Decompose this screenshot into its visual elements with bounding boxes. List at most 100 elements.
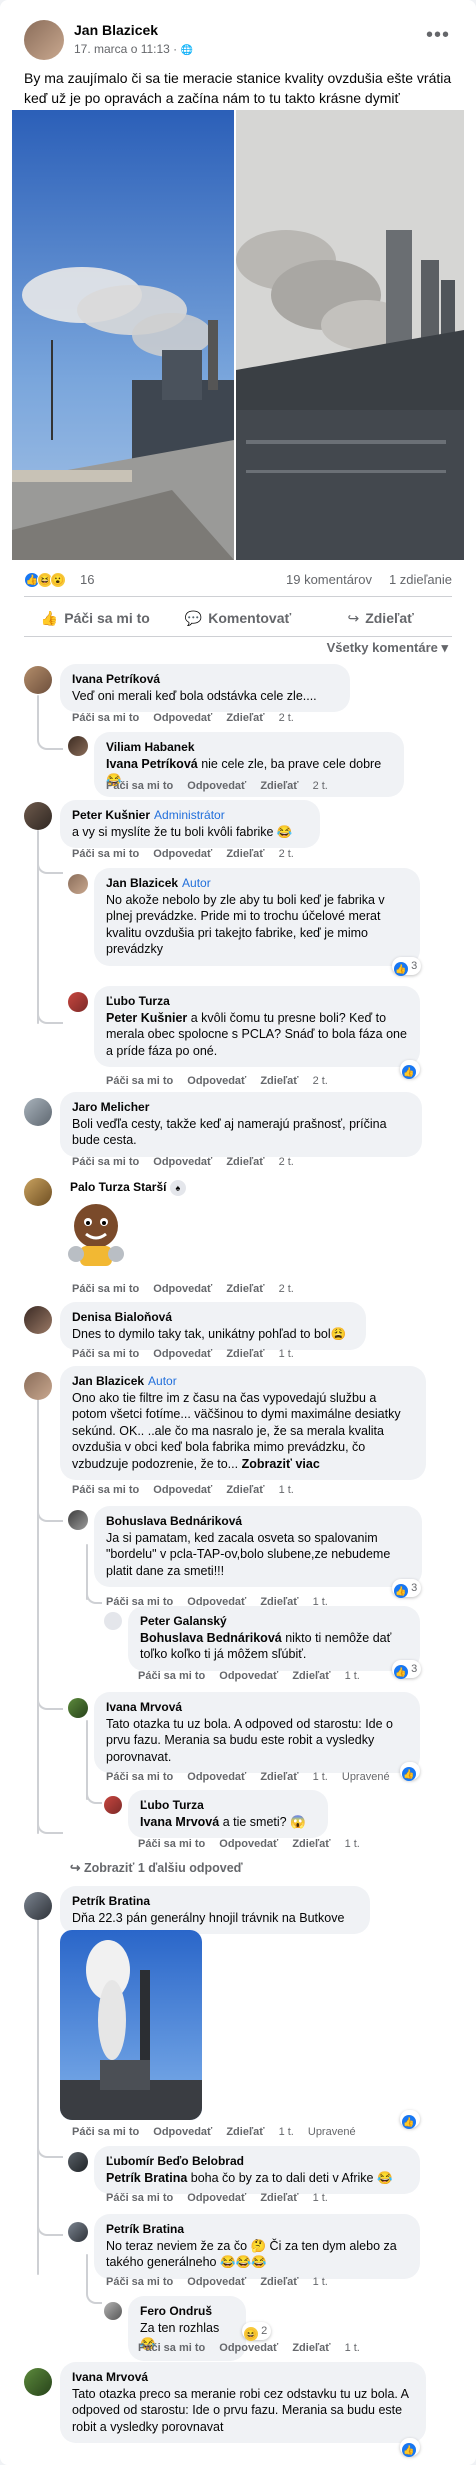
- comment-time[interactable]: 2 t.: [279, 848, 294, 860]
- see-more-link[interactable]: Zobraziť viac: [242, 1457, 320, 1471]
- mention-tag[interactable]: Peter Kušnier: [106, 1011, 187, 1025]
- avatar[interactable]: [24, 2368, 52, 2396]
- reaction-count[interactable]: 16: [80, 572, 94, 587]
- avatar[interactable]: [68, 1510, 88, 1530]
- share-link[interactable]: Zdieľať: [292, 1670, 330, 1682]
- share-link[interactable]: Zdieľať: [292, 1838, 330, 1850]
- comment-reactions[interactable]: 👍: [400, 2110, 420, 2129]
- mention-tag[interactable]: Bohuslava Bednáriková: [140, 1631, 282, 1645]
- reply-link[interactable]: Odpovedať: [219, 1838, 278, 1850]
- share-link[interactable]: Zdieľať: [226, 1348, 264, 1360]
- avatar[interactable]: [24, 1098, 52, 1126]
- post-author[interactable]: Jan Blazicek: [74, 22, 158, 38]
- avatar[interactable]: [104, 1796, 122, 1814]
- comment-time[interactable]: 2 t.: [279, 712, 294, 724]
- comment-time[interactable]: 1 t.: [279, 1348, 294, 1360]
- avatar[interactable]: [68, 736, 88, 756]
- shares-count[interactable]: 1 zdieľanie: [389, 572, 452, 587]
- edited-label[interactable]: Upravené: [308, 2126, 356, 2138]
- post-photo-1[interactable]: [12, 110, 234, 560]
- like-link[interactable]: Páči sa mi to: [72, 1484, 139, 1496]
- like-link[interactable]: Páči sa mi to: [138, 1670, 205, 1682]
- comment-time[interactable]: 1 t.: [313, 1771, 328, 1783]
- avatar[interactable]: [104, 2302, 122, 2320]
- comment-author[interactable]: Jan Blazicek Autor: [106, 875, 408, 892]
- comment-time[interactable]: 1 t.: [313, 2192, 328, 2204]
- comment-author[interactable]: Peter Galanský: [140, 1613, 408, 1630]
- comment-author[interactable]: Viliam Habanek: [106, 739, 392, 756]
- comment-author[interactable]: Ľubo Turza: [106, 993, 408, 1010]
- share-link[interactable]: Zdieľať: [226, 1283, 264, 1295]
- share-link[interactable]: Zdieľať: [292, 2342, 330, 2354]
- comment-reactions[interactable]: 👍: [400, 2438, 420, 2457]
- reply-link[interactable]: Odpovedať: [187, 780, 246, 792]
- share-link[interactable]: Zdieľať: [260, 780, 298, 792]
- like-link[interactable]: Páči sa mi to: [138, 1838, 205, 1850]
- reply-link[interactable]: Odpovedať: [187, 2192, 246, 2204]
- reply-link[interactable]: Odpovedať: [153, 712, 212, 724]
- avatar[interactable]: [24, 1892, 52, 1920]
- reply-link[interactable]: Odpovedať: [187, 1771, 246, 1783]
- author-name[interactable]: Jan Blazicek: [106, 876, 178, 890]
- avatar[interactable]: [24, 1372, 52, 1400]
- comment-author[interactable]: Jaro Melicher: [72, 1099, 410, 1116]
- mention-tag[interactable]: Ivana Mrvová: [140, 1815, 219, 1829]
- avatar[interactable]: [24, 666, 52, 694]
- comment-author[interactable]: Ivana Petríková: [72, 671, 338, 688]
- avatar[interactable]: [68, 2222, 88, 2242]
- comment-reactions[interactable]: 👍: [400, 1060, 420, 1079]
- post-photo-2[interactable]: [236, 110, 464, 560]
- like-link[interactable]: Páči sa mi to: [72, 712, 139, 724]
- comment-author[interactable]: Palo Turza Starší ♠: [70, 1180, 186, 1196]
- comment-reactions[interactable]: 😆 2: [242, 2322, 272, 2341]
- share-link[interactable]: Zdieľať: [226, 1156, 264, 1168]
- reply-link[interactable]: Odpovedať: [153, 1283, 212, 1295]
- comment-time[interactable]: 2 t.: [313, 780, 328, 792]
- reply-link[interactable]: Odpovedať: [219, 2342, 278, 2354]
- like-link[interactable]: Páči sa mi to: [72, 1348, 139, 1360]
- reply-link[interactable]: Odpovedať: [153, 1484, 212, 1496]
- reply-link[interactable]: Odpovedať: [153, 848, 212, 860]
- sticker-image[interactable]: [58, 1196, 134, 1272]
- view-more-replies-link[interactable]: ↪ Zobraziť 1 ďalšiu odpoveď: [70, 1860, 243, 1875]
- share-link[interactable]: Zdieľať: [226, 848, 264, 860]
- author-avatar[interactable]: [24, 20, 64, 60]
- comment-author[interactable]: Jan Blazicek Autor: [72, 1373, 414, 1390]
- author-name[interactable]: Palo Turza Starší: [70, 1180, 166, 1194]
- avatar[interactable]: [24, 1178, 52, 1206]
- comment-reactions[interactable]: 👍 3: [392, 1660, 422, 1679]
- reply-link[interactable]: Odpovedať: [187, 2276, 246, 2288]
- like-link[interactable]: Páči sa mi to: [72, 1283, 139, 1295]
- edited-label[interactable]: Upravené: [342, 1771, 390, 1783]
- reply-link[interactable]: Odpovedať: [153, 1156, 212, 1168]
- share-link[interactable]: Zdieľať: [226, 2126, 264, 2138]
- like-link[interactable]: Páči sa mi to: [106, 780, 173, 792]
- reply-link[interactable]: Odpovedať: [153, 2126, 212, 2138]
- comment-time[interactable]: 1 t.: [345, 1838, 360, 1850]
- like-link[interactable]: Páči sa mi to: [138, 2342, 205, 2354]
- comment-button[interactable]: 💬 Komentovať: [167, 602, 310, 634]
- comment-time[interactable]: 1 t.: [345, 2342, 360, 2354]
- avatar[interactable]: [68, 2152, 88, 2172]
- share-link[interactable]: Zdieľať: [260, 2276, 298, 2288]
- comment-time[interactable]: 2 t.: [279, 1156, 294, 1168]
- comment-author[interactable]: Denisa Bialoňová: [72, 1309, 354, 1326]
- comments-count[interactable]: 19 komentárov: [286, 572, 372, 587]
- comment-author[interactable]: Ivana Mrvová: [72, 2369, 414, 2386]
- reply-link[interactable]: Odpovedať: [187, 1075, 246, 1087]
- comment-reactions[interactable]: 👍 3: [392, 1579, 422, 1598]
- avatar[interactable]: [68, 874, 88, 894]
- like-link[interactable]: Páči sa mi to: [106, 1771, 173, 1783]
- author-name[interactable]: Peter Kušnier: [72, 808, 150, 822]
- comment-time[interactable]: 2 t.: [313, 1075, 328, 1087]
- mention-tag[interactable]: Ivana Petríková: [106, 757, 198, 771]
- share-link[interactable]: Zdieľať: [260, 1075, 298, 1087]
- avatar[interactable]: [24, 1306, 52, 1334]
- like-button[interactable]: 👍 Páči sa mi to: [24, 602, 167, 634]
- share-button[interactable]: ↪ Zdieľať: [309, 602, 452, 634]
- comment-reactions[interactable]: 👍 3: [392, 957, 422, 976]
- reaction-icons[interactable]: 👍😆😮: [24, 571, 66, 588]
- comment-author[interactable]: Ivana Mrvová: [106, 1699, 408, 1716]
- comment-author[interactable]: Petrík Bratina: [106, 2221, 408, 2238]
- reply-link[interactable]: Odpovedať: [219, 1670, 278, 1682]
